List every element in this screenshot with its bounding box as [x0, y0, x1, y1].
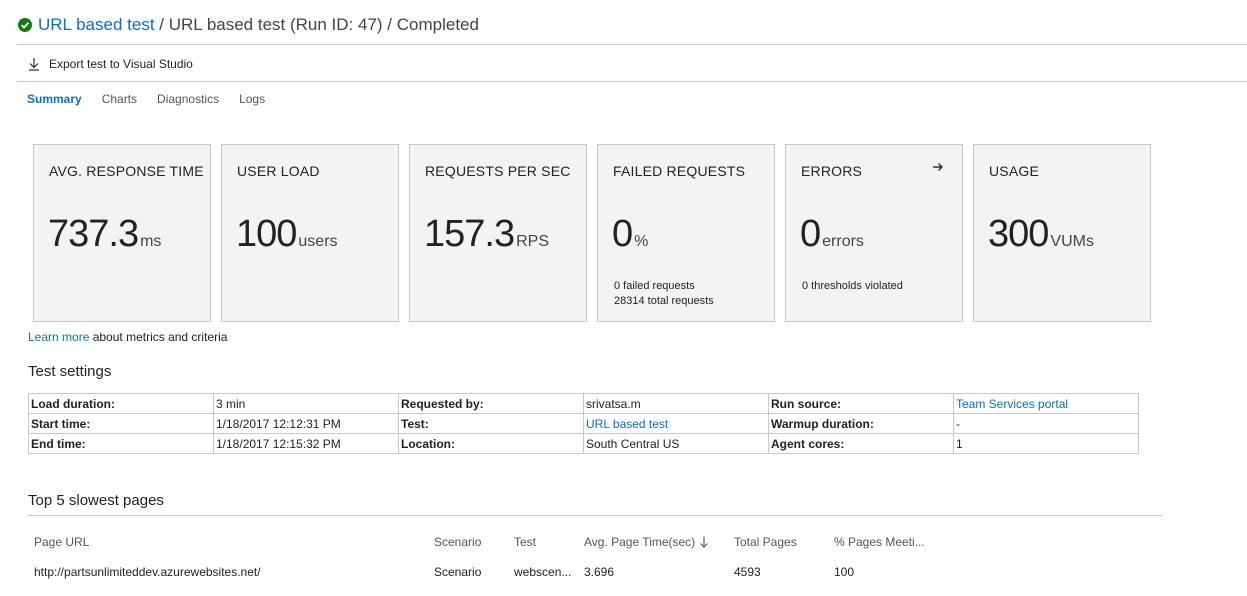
errors-card[interactable]: ERRORS 0 errors 0 thresholds violated — [785, 144, 963, 322]
export-label: Export test to Visual Studio — [49, 57, 193, 71]
pages-meeting-cell: 100 — [834, 565, 855, 579]
metric-number: 0 — [800, 213, 821, 255]
tab-logs[interactable]: Logs — [239, 92, 265, 106]
column-header-scenario[interactable]: Scenario — [434, 535, 481, 549]
metric-cards: AVG. RESPONSE TIME 737.3 ms USER LOAD 100… — [33, 144, 1161, 322]
total-count: 28314 total requests — [614, 295, 714, 307]
divider — [17, 81, 1247, 82]
card-value: 300 VUMs — [988, 213, 1094, 256]
failed-requests-card: FAILED REQUESTS 0% 0 failed requests 283… — [597, 144, 775, 322]
learn-more-line: Learn more about metrics and criteria — [28, 330, 227, 344]
metric-number: 737.3 — [48, 213, 139, 255]
settings-key: Start time: — [28, 413, 214, 434]
card-subtext: 0 thresholds violated — [802, 279, 903, 294]
divider — [28, 515, 1162, 516]
download-icon — [29, 58, 39, 71]
learn-more-link[interactable]: Learn more — [28, 330, 89, 344]
settings-key: Warmup duration: — [768, 413, 954, 434]
card-value: 0 errors — [800, 213, 864, 256]
settings-value: 1/18/2017 12:12:31 PM — [213, 413, 399, 434]
arrow-right-icon[interactable] — [932, 161, 944, 173]
column-header-page-url[interactable]: Page URL — [34, 535, 89, 549]
card-value: 0% — [612, 213, 648, 256]
column-header-avg-page-time[interactable]: Avg. Page Time(sec) — [584, 535, 709, 549]
failed-count: 0 failed requests — [614, 280, 695, 292]
tab-diagnostics[interactable]: Diagnostics — [157, 92, 219, 106]
card-value: 157.3 RPS — [424, 213, 549, 256]
metric-number: 157.3 — [424, 213, 515, 255]
column-header-label: Avg. Page Time(sec) — [584, 535, 696, 549]
column-header-total-pages[interactable]: Total Pages — [734, 535, 797, 549]
test-cell: webscen... — [514, 565, 572, 579]
settings-key: Location: — [398, 433, 584, 454]
grid-row[interactable]: http://partsunlimiteddev.azurewebsites.n… — [28, 565, 1162, 593]
settings-value: 1/18/2017 12:15:32 PM — [213, 433, 399, 454]
usage-card: USAGE 300 VUMs — [973, 144, 1151, 322]
metric-unit: VUMs — [1050, 233, 1094, 250]
metric-number: 100 — [236, 213, 297, 255]
settings-value: 1 — [953, 433, 1139, 454]
slowest-pages-grid: Page URL Scenario Test Avg. Page Time(se… — [28, 535, 1162, 593]
metric-number: 0 — [612, 213, 633, 255]
card-label: ERRORS — [801, 163, 863, 179]
metric-unit: RPS — [516, 233, 549, 250]
scenario-cell: Scenario — [434, 565, 482, 579]
export-button[interactable]: Export test to Visual Studio — [27, 54, 193, 74]
user-load-card: USER LOAD 100 users — [221, 144, 399, 322]
tab-charts[interactable]: Charts — [102, 92, 137, 106]
card-value: 100 users — [236, 213, 338, 256]
settings-value: South Central US — [583, 433, 769, 454]
test-settings-title: Test settings — [28, 363, 112, 380]
metric-unit: % — [634, 233, 649, 250]
run-breadcrumb: / URL based test (Run ID: 47) / Complete… — [154, 15, 479, 34]
run-source-link[interactable]: Team Services portal — [956, 397, 1068, 411]
total-pages-cell: 4593 — [734, 565, 761, 579]
settings-key: Agent cores: — [768, 433, 954, 454]
metric-number: 300 — [988, 213, 1049, 255]
settings-value: 3 min — [213, 393, 399, 414]
divider — [17, 44, 1247, 45]
settings-value: srivatsa.m — [583, 393, 769, 414]
settings-key: Run source: — [768, 393, 954, 414]
metric-unit: users — [298, 233, 338, 250]
avg-response-time-card: AVG. RESPONSE TIME 737.3 ms — [33, 144, 211, 322]
card-label: AVG. RESPONSE TIME — [49, 163, 204, 179]
settings-value: URL based test — [583, 413, 769, 434]
settings-key: Test: — [398, 413, 584, 434]
card-label: USAGE — [989, 163, 1040, 179]
card-subtext: 0 failed requests 28314 total requests — [614, 279, 714, 309]
slowest-pages-title: Top 5 slowest pages — [28, 492, 164, 509]
settings-value: - — [953, 413, 1139, 434]
test-breadcrumb-link[interactable]: URL based test — [38, 15, 155, 34]
success-check-icon — [18, 18, 32, 32]
learn-more-text: about metrics and criteria — [89, 330, 228, 344]
settings-key: Requested by: — [398, 393, 584, 414]
page-header: URL based test / URL based test (Run ID:… — [18, 12, 479, 38]
card-value: 737.3 ms — [48, 213, 161, 256]
grid-header-row: Page URL Scenario Test Avg. Page Time(se… — [28, 535, 1162, 563]
metric-unit: ms — [140, 233, 162, 250]
thresholds-text: 0 thresholds violated — [802, 280, 903, 292]
test-link[interactable]: URL based test — [586, 417, 668, 431]
test-settings-table: Load duration: 3 min Requested by: sriva… — [28, 393, 1139, 454]
settings-value: Team Services portal — [953, 393, 1139, 414]
card-label: REQUESTS PER SEC — [425, 163, 571, 179]
card-label: USER LOAD — [237, 163, 320, 179]
settings-key: End time: — [28, 433, 214, 454]
tab-bar: Summary Charts Diagnostics Logs — [27, 92, 285, 106]
page-title: URL based test / URL based test (Run ID:… — [38, 15, 479, 35]
metric-unit: errors — [822, 233, 864, 250]
settings-row: Load duration: 3 min Requested by: sriva… — [28, 393, 1139, 414]
settings-key: Load duration: — [28, 393, 214, 414]
settings-row: End time: 1/18/2017 12:15:32 PM Location… — [28, 433, 1139, 454]
avg-page-time-cell: 3.696 — [584, 565, 615, 579]
tab-summary[interactable]: Summary — [27, 92, 82, 106]
card-label: FAILED REQUESTS — [613, 163, 746, 179]
column-header-pages-meeting[interactable]: % Pages Meeti... — [834, 535, 925, 549]
sort-descending-icon — [700, 536, 709, 548]
settings-row: Start time: 1/18/2017 12:12:31 PM Test: … — [28, 413, 1139, 434]
column-header-test[interactable]: Test — [514, 535, 536, 549]
page-url-cell: http://partsunlimiteddev.azurewebsites.n… — [34, 565, 261, 579]
requests-per-sec-card: REQUESTS PER SEC 157.3 RPS — [409, 144, 587, 322]
